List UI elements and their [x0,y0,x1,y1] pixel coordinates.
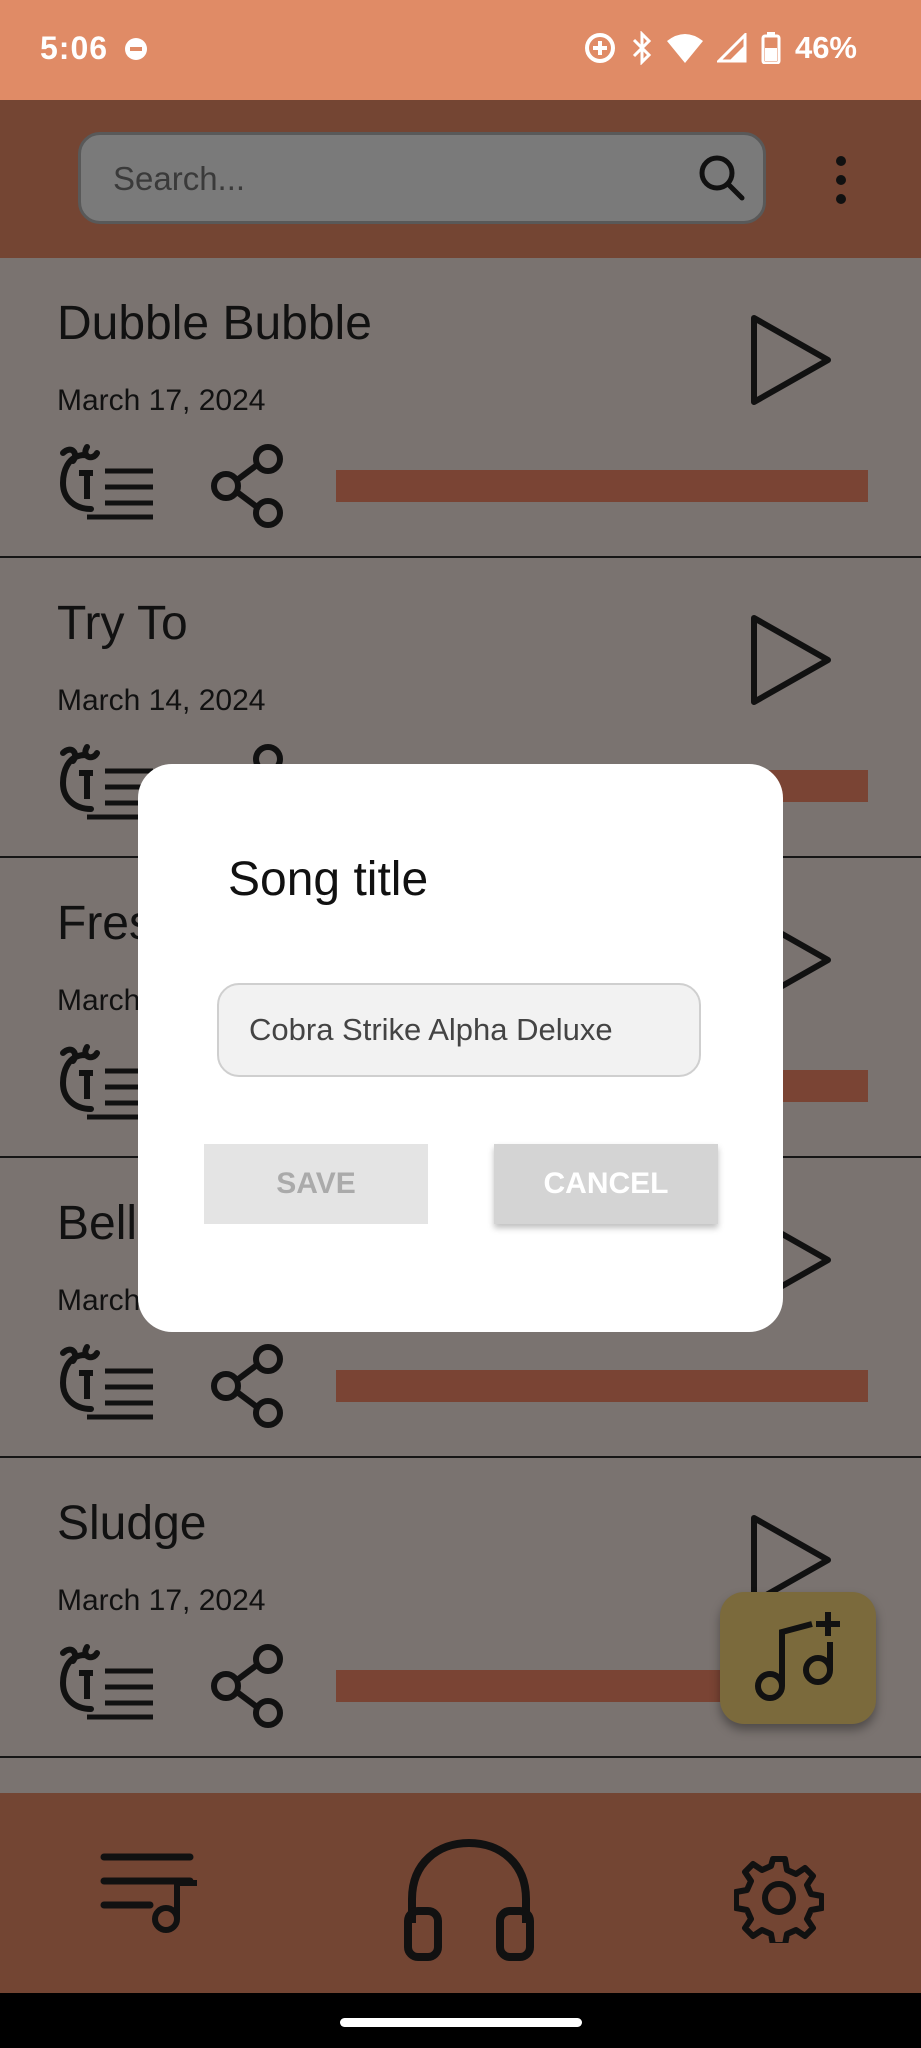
dnd-icon [125,38,147,60]
song-date: March [57,1284,141,1317]
dialog-title: Song title [228,853,429,906]
app-bar [0,100,921,258]
share-icon[interactable] [208,1643,288,1729]
song-title: Sludge [57,1497,207,1550]
progress-bar[interactable] [336,470,868,502]
data-saver-icon [584,33,615,63]
search-box[interactable] [78,132,766,224]
search-icon[interactable] [697,153,747,203]
status-icons: 46% [583,30,857,66]
song-row[interactable]: Dubble Bubble March 17, 2024 [0,258,921,558]
progress-bar[interactable] [336,1370,868,1402]
more-vert-icon[interactable] [826,152,856,208]
song-title-input[interactable] [217,983,701,1077]
rename-dialog: Song title SAVE CANCEL [138,764,783,1332]
song-date: March [57,984,141,1017]
share-icon[interactable] [208,1343,288,1429]
battery-percent: 46% [794,30,857,65]
play-icon[interactable] [744,310,834,410]
bottom-nav [0,1793,921,1993]
playlist-icon[interactable] [100,1843,204,1935]
headphones-icon[interactable] [400,1833,538,1963]
add-song-button[interactable] [720,1592,876,1724]
lyrics-icon[interactable] [57,1643,157,1723]
status-bar: 5:06 46% [0,0,921,100]
lyrics-icon[interactable] [57,443,157,523]
bluetooth-icon [632,31,652,65]
wifi-icon [666,34,703,63]
gear-icon[interactable] [734,1853,824,1943]
status-time: 5:06 [40,30,109,66]
search-input[interactable] [111,153,675,205]
save-button[interactable]: SAVE [204,1144,428,1224]
system-nav-bar [0,1993,921,2048]
song-date: March 17, 2024 [57,1584,266,1617]
signal-icon [716,33,747,63]
cancel-button[interactable]: CANCEL [494,1144,718,1224]
lyrics-icon[interactable] [57,1343,157,1423]
play-icon[interactable] [744,610,834,710]
song-title: Dubble Bubble [57,297,372,350]
song-title: Bell [57,1197,138,1250]
song-date: March 17, 2024 [57,384,266,417]
song-title: Try To [57,597,188,650]
battery-icon [761,32,781,64]
home-gesture-handle[interactable] [340,2018,582,2027]
song-date: March 14, 2024 [57,684,266,717]
share-icon[interactable] [208,443,288,529]
add-music-icon [755,1612,840,1701]
